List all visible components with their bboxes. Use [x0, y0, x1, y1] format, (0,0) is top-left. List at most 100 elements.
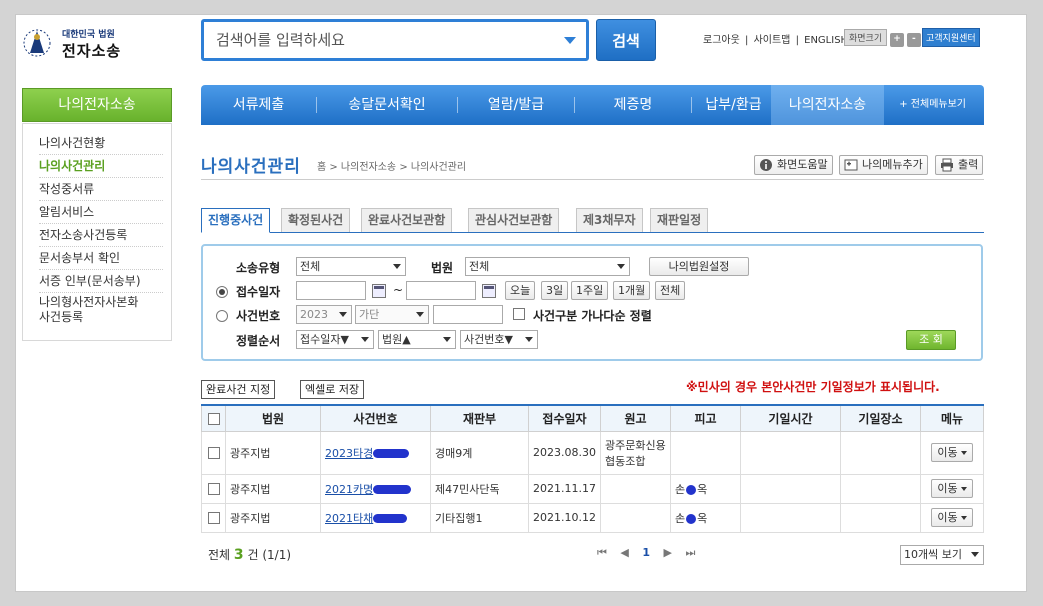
top-menu-my-ecourt[interactable]: 나의전자소송 — [771, 85, 884, 125]
tab-confirmed[interactable]: 확정된사건 — [281, 208, 351, 232]
tab-interest-archive[interactable]: 관심사건보관함 — [468, 208, 560, 232]
prev-page-icon[interactable]: ◀ — [620, 546, 628, 559]
date-from-input[interactable] — [296, 281, 366, 300]
date-to-input[interactable] — [406, 281, 476, 300]
case-year-select[interactable]: 2023 — [296, 305, 352, 324]
top-menu-certificate[interactable]: 제증명 — [575, 85, 691, 125]
add-my-menu-button[interactable]: 나의메뉴추가 — [839, 155, 928, 175]
tab-underline — [201, 232, 984, 233]
tab-completed-archive[interactable]: 완료사건보관함 — [361, 208, 453, 232]
defendant-cell — [670, 430, 741, 475]
inquiry-button[interactable]: 조 회 — [906, 330, 956, 350]
tab-in-progress[interactable]: 진행중사건 — [201, 208, 271, 233]
calendar-icon[interactable] — [482, 284, 496, 298]
search-button[interactable]: 검색 — [596, 19, 656, 61]
sort-order-1-select[interactable]: 접수일자▼ — [296, 330, 374, 349]
redaction-mark — [686, 513, 697, 524]
sort-order-2-select[interactable]: 법원▲ — [378, 330, 456, 349]
font-size-minus-button[interactable]: - — [906, 33, 921, 47]
quick-today-button[interactable]: 오늘 — [505, 281, 536, 300]
case-number-input[interactable] — [433, 305, 503, 324]
top-menu: 서류제출 송달문서확인 열람/발급 제증명 납부/환급 나의전자소송 + 전체메… — [201, 85, 984, 125]
top-menu-payment[interactable]: 납부/환급 — [692, 85, 775, 125]
quick-1week-button[interactable]: 1주일 — [571, 281, 609, 300]
left-nav-item-doc-check[interactable]: 문서송부서 확인 — [39, 247, 163, 270]
quick-3day-button[interactable]: 3일 — [541, 281, 569, 300]
page-number[interactable]: 1 — [642, 546, 650, 559]
help-button[interactable]: 화면도움말 — [754, 155, 833, 175]
top-menu-view-issue[interactable]: 열람/발급 — [458, 85, 574, 125]
left-nav-item-case-status[interactable]: 나의사건현황 — [39, 132, 163, 155]
case-number-cell: 2021카명 — [320, 473, 431, 504]
left-nav-title[interactable]: 나의전자소송 — [22, 88, 172, 122]
move-menu-button[interactable]: 이동 — [931, 443, 973, 462]
sort-by-type-checkbox[interactable] — [513, 308, 525, 320]
quick-1month-button[interactable]: 1개월 — [613, 281, 651, 300]
column-header-plaintiff: 원고 — [600, 404, 671, 432]
case-number-cell: 2021타채 — [320, 502, 431, 533]
sitemap-link[interactable]: 사이트맵 — [754, 35, 791, 46]
left-nav-item-case-manage[interactable]: 나의사건관리 — [39, 155, 163, 178]
helpdesk-button[interactable]: 고객지원센터 — [922, 28, 980, 47]
case-number-link[interactable]: 2021카명 — [325, 483, 373, 496]
left-nav-item-case-register[interactable]: 전자소송사건등록 — [39, 224, 163, 247]
next-page-icon[interactable]: ▶ — [664, 546, 672, 559]
row-checkbox[interactable] — [207, 447, 220, 459]
sort-order-3-select[interactable]: 사건번호▼ — [460, 330, 538, 349]
redaction-mark — [373, 449, 410, 458]
date-radio[interactable] — [216, 286, 228, 298]
receipt-date-cell: 2021.11.17 — [528, 473, 601, 504]
civil-case-notice: ※민사의 경우 본안사건만 기일정보가 표시됩니다. — [686, 380, 940, 394]
column-header-division: 재판부 — [430, 404, 529, 432]
move-menu-button[interactable]: 이동 — [931, 508, 973, 527]
print-label: 출력 — [958, 158, 979, 171]
excel-export-button[interactable]: 엑셀로 저장 — [300, 380, 365, 399]
case-number-link[interactable]: 2023타경 — [325, 447, 373, 460]
util-separator: | — [795, 35, 799, 46]
sort-order-label: 정렬순서 — [236, 334, 281, 348]
left-nav-item-drafts[interactable]: 작성중서류 — [39, 178, 163, 201]
case-number-radio[interactable] — [216, 310, 228, 322]
mark-complete-button[interactable]: 완료사건 지정 — [201, 380, 276, 399]
my-court-settings-button[interactable]: 나의법원설정 — [649, 257, 749, 276]
row-checkbox[interactable] — [207, 483, 220, 495]
top-menu-delivery[interactable]: 송달문서확인 — [317, 85, 457, 125]
select-all-checkbox[interactable] — [207, 412, 220, 425]
row-select-cell — [201, 502, 226, 533]
move-menu-button[interactable]: 이동 — [931, 479, 973, 498]
defendant-cell: 손옥 — [670, 502, 741, 533]
first-page-icon[interactable]: ⏮ — [597, 546, 607, 559]
font-size-plus-button[interactable]: + — [890, 33, 904, 47]
case-number-link[interactable]: 2021타채 — [325, 512, 373, 525]
tab-third-debtor[interactable]: 제3채무자 — [576, 208, 643, 232]
quick-all-button[interactable]: 전체 — [655, 281, 686, 300]
calendar-icon[interactable] — [372, 284, 386, 298]
font-size-label: 화면크기 — [844, 29, 888, 46]
court-select[interactable]: 전체 — [465, 257, 630, 276]
total-prefix: 전체 — [208, 548, 231, 562]
top-menu-submit[interactable]: 서류제출 — [201, 85, 316, 125]
date-range-tilde: ~ — [393, 283, 404, 297]
case-type-select[interactable]: 전체 — [296, 257, 406, 276]
left-nav-item-evidence[interactable]: 서증 인부(문서송부) — [39, 270, 163, 293]
division-cell: 제47민사단독 — [430, 473, 529, 504]
all-menu-button[interactable]: + 전체메뉴보기 — [899, 85, 966, 125]
court-logo[interactable]: 대한민국 법원 전자소송 — [20, 23, 140, 63]
english-link[interactable]: ENGLISH — [804, 35, 848, 46]
left-nav-item-criminal-copy[interactable]: 나의형사전자사본화 — [39, 294, 163, 310]
case-type-code-select[interactable]: 가단 — [355, 305, 429, 324]
tab-trial-schedule[interactable]: 재판일정 — [650, 208, 709, 232]
column-header-court: 법원 — [225, 404, 321, 432]
search-input[interactable] — [204, 22, 544, 58]
print-button[interactable]: 출력 — [935, 155, 984, 175]
per-page-select[interactable]: 10개씩 보기 — [900, 545, 984, 565]
table-row: 광주지법 2021카명 제47민사단독 2021.11.17 손옥 이동 — [201, 473, 984, 504]
row-checkbox[interactable] — [207, 512, 220, 524]
court-emblem-icon — [23, 29, 51, 57]
last-page-icon[interactable]: ⏭ — [686, 546, 696, 559]
logo-subtitle: 대한민국 법원 — [62, 30, 115, 40]
logout-link[interactable]: 로그아웃 — [703, 35, 740, 46]
left-nav-item-criminal-copy-line2[interactable]: 사건등록 — [39, 309, 163, 325]
search-dropdown-icon[interactable] — [564, 37, 576, 44]
left-nav-item-alerts[interactable]: 알림서비스 — [39, 201, 163, 224]
